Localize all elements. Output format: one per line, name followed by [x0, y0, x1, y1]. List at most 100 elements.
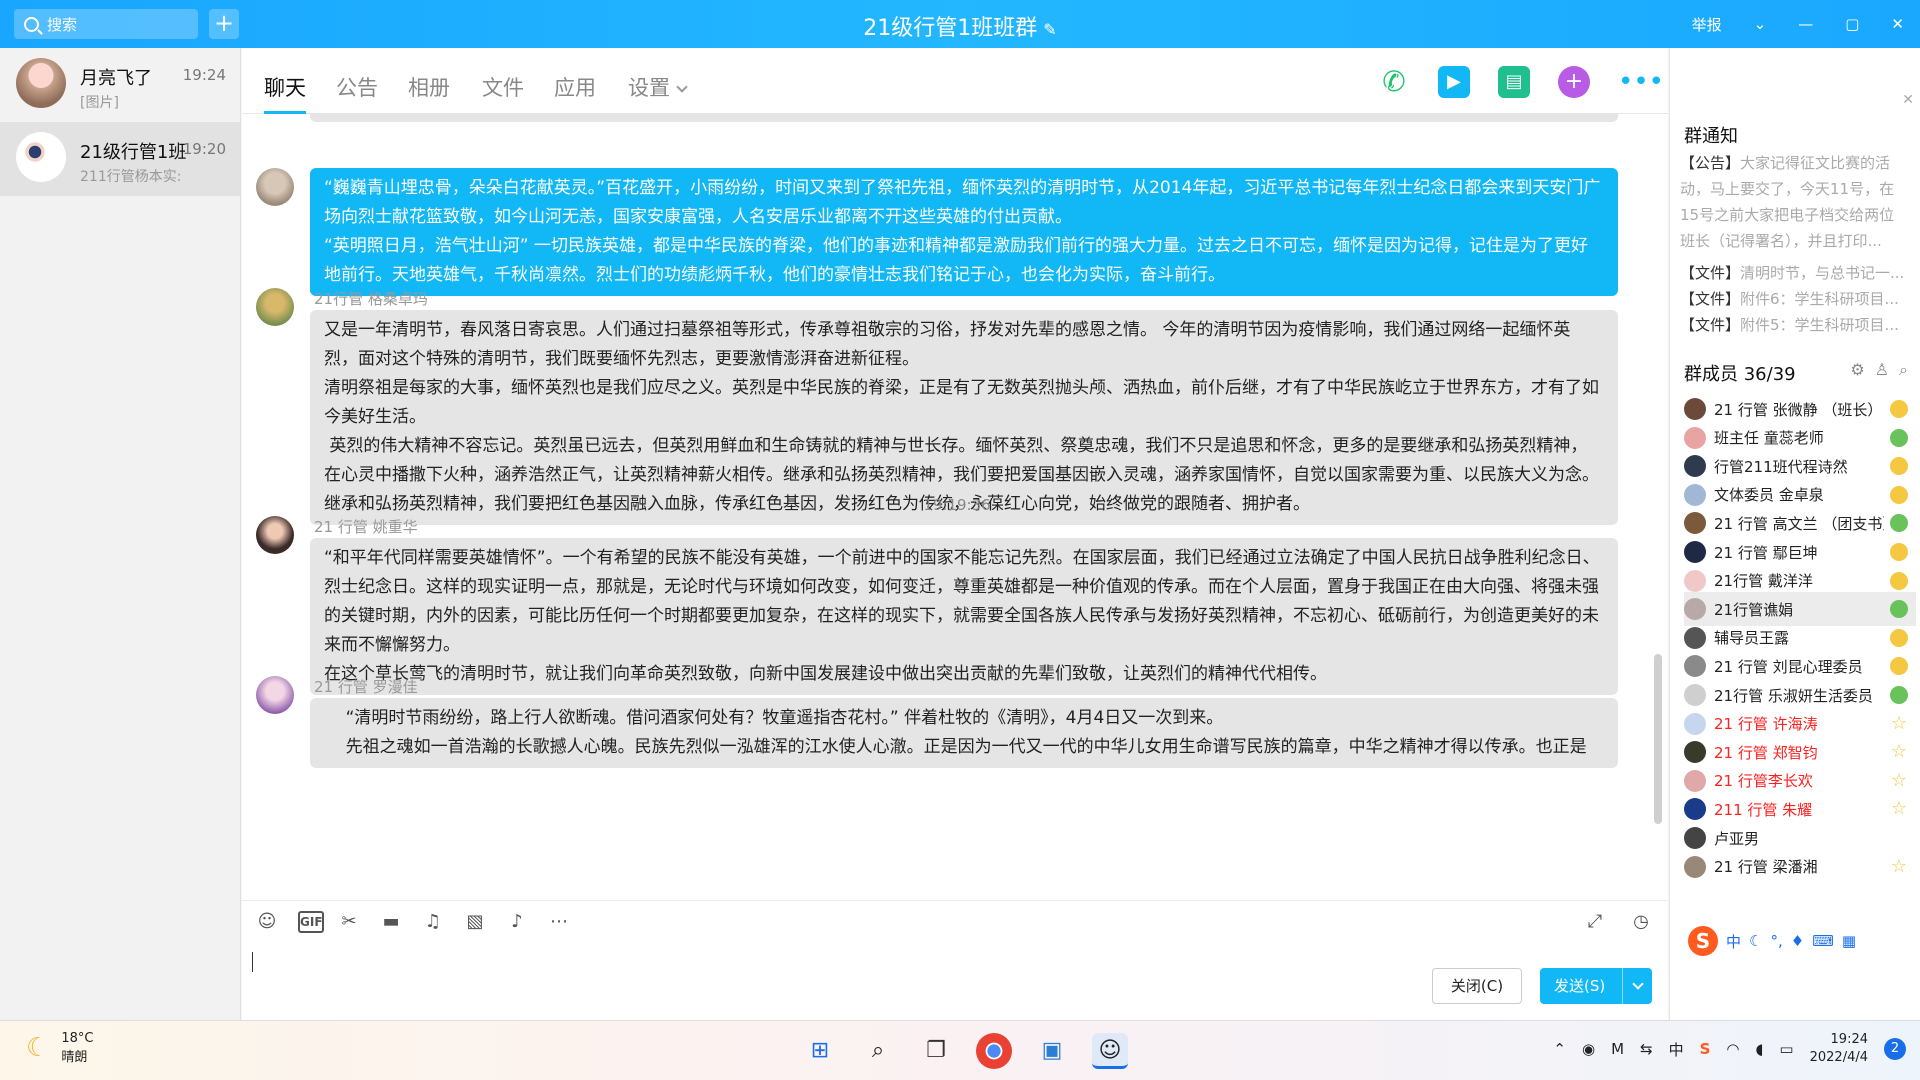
music-icon[interactable]: ♫ — [422, 911, 444, 933]
message-scrollbar[interactable] — [1654, 654, 1662, 824]
add-member-icon[interactable]: ♙ — [1875, 360, 1889, 380]
star-icon: ☆ — [1890, 741, 1908, 763]
avatar[interactable] — [256, 676, 294, 714]
mic-icon[interactable]: ♦ — [1791, 932, 1804, 950]
star-icon: ☆ — [1890, 855, 1908, 877]
conversation-item-active[interactable]: 21级行管1班 211行管杨本实: 19:20 — [0, 122, 240, 196]
file-item[interactable]: 【文件】清明时节，与总书记一... — [1680, 262, 1910, 283]
file-item[interactable]: 【文件】附件5：学生科研项目... — [1680, 314, 1910, 335]
close-icon[interactable]: ✕ — [1875, 15, 1920, 33]
windows-start-icon[interactable]: ⊞ — [802, 1033, 838, 1069]
tab-chat[interactable]: 聊天 — [264, 72, 306, 114]
sogou-tray-icon[interactable]: S — [1700, 1040, 1711, 1058]
file-item[interactable]: 【文件】附件6：学生科研项目... — [1680, 288, 1910, 309]
conversation-time: 19:24 — [182, 66, 226, 84]
composer-toolbar: ☺ GIF ✂ ▬ ♫ ▧ ♪ ⋯ ⤢ ◷ — [242, 900, 1668, 940]
chevron-up-icon[interactable]: ⌃ — [1553, 1040, 1566, 1058]
class-icon[interactable]: ▤ — [1498, 66, 1530, 98]
sender-name: 21行管 格桑卓玛 — [314, 290, 428, 308]
member-actions: ⚙ ♙ ⌕ — [1850, 360, 1908, 380]
avatar[interactable] — [256, 168, 294, 206]
phone-icon[interactable]: ✆ — [1378, 66, 1410, 98]
video-call-icon[interactable]: ▶ — [1438, 66, 1470, 98]
punctuation-icon[interactable]: °, — [1770, 932, 1782, 950]
task-view-icon[interactable]: ❐ — [918, 1033, 954, 1069]
message-text: “清明时节雨纷纷，路上行人欲断魂。借问酒家何处有？牧童遥指杏花村。” 伴着杜牧的… — [324, 708, 1224, 728]
avatar — [1684, 827, 1706, 849]
wifi-icon[interactable]: ◠ — [1726, 1040, 1739, 1058]
member-role-icon — [1890, 428, 1908, 447]
remote-desktop-icon[interactable]: ▣ — [1034, 1033, 1070, 1069]
add-button[interactable]: + — [209, 9, 239, 39]
tab-files[interactable]: 文件 — [482, 72, 524, 102]
app-tray-icon[interactable]: Ⅿ — [1611, 1040, 1624, 1058]
collapse-icon[interactable]: ⌄ — [1738, 15, 1783, 33]
expand-icon[interactable]: ⤢ — [1584, 911, 1606, 933]
message-text: “和平年代同样需要英雄情怀”。一个有希望的民族不能没有英雄，一个前进中的国家不能… — [324, 548, 1600, 655]
member-item[interactable]: 21 行管 梁潘湘 ☆ — [1684, 850, 1916, 884]
chevron-down-icon — [676, 81, 688, 93]
ime-mode[interactable]: 中 — [1726, 931, 1741, 952]
member-name: 21行管谯娟 — [1714, 600, 1794, 619]
scissors-icon[interactable]: ✂ — [338, 911, 360, 933]
message-bubble[interactable]: 又是一年清明节，春风落日寄哀思。人们通过扫墓祭祖等形式，传承尊祖敬宗的习俗，抒发… — [310, 310, 1618, 525]
member-name: 辅导员王露 — [1714, 629, 1790, 648]
system-tray: ⌃ ◉ Ⅿ ⇆ 中 S ◠ ◖ ▭ 19:24 2022/4/4 2 — [1553, 1031, 1906, 1067]
folder-icon[interactable]: ▬ — [380, 911, 402, 933]
send-button[interactable]: 发送(S) — [1540, 968, 1652, 1004]
send-options-icon[interactable] — [1622, 968, 1652, 1004]
maximize-icon[interactable]: ▢ — [1829, 15, 1875, 33]
member-role-icon — [1890, 657, 1908, 676]
report-button[interactable]: 举报 — [1676, 14, 1738, 35]
conversation-time: 19:20 — [182, 140, 226, 158]
collapse-notice-icon[interactable]: ✕ — [1902, 92, 1914, 108]
star-icon: ☆ — [1890, 769, 1908, 791]
weather-temp: 18°C — [61, 1031, 94, 1046]
member-settings-icon[interactable]: ⚙ — [1850, 360, 1864, 380]
minimize-icon[interactable]: — — [1782, 15, 1829, 33]
announcement-preview[interactable]: 【公告】大家记得征文比赛的活动，马上要交了，今天11号，在15号之前大家把电子档… — [1680, 150, 1908, 254]
emoji-icon[interactable]: ☺ — [256, 911, 278, 933]
sogou-ime-icon[interactable]: S — [1688, 926, 1718, 956]
message-bubble[interactable]: “巍巍青山埋忠骨，朵朵白花献英灵。”百花盛开，小雨纷纷，时间又来到了祭祀先祖，缅… — [310, 168, 1618, 296]
gif-icon[interactable]: GIF — [298, 911, 324, 933]
tab-apps[interactable]: 应用 — [554, 72, 596, 102]
keyboard-icon[interactable]: ⌨ — [1812, 932, 1834, 950]
avatar[interactable] — [256, 288, 294, 326]
volume-icon[interactable]: ◖ — [1756, 1040, 1764, 1058]
avatar[interactable] — [256, 516, 294, 554]
clock-icon[interactable]: ◷ — [1630, 911, 1652, 933]
weather-widget[interactable]: ☾ 18°C 晴朗 — [26, 1031, 93, 1065]
conversation-item[interactable]: 月亮飞了 [图片] 19:24 — [0, 48, 240, 122]
ime-indicator[interactable]: 中 — [1669, 1039, 1684, 1060]
bell-icon[interactable]: ♪ — [506, 911, 528, 933]
qq-icon[interactable]: ☺ — [1092, 1033, 1128, 1069]
image-icon[interactable]: ▧ — [464, 911, 486, 933]
settings-tray-icon[interactable]: ⇆ — [1640, 1040, 1653, 1058]
search-icon[interactable]: ⌕ — [860, 1033, 896, 1069]
more-icon[interactable]: ••• — [1618, 66, 1664, 98]
notification-badge[interactable]: 2 — [1884, 1038, 1906, 1060]
moon-icon: ☾ — [26, 1033, 50, 1063]
message-text: 在这个草长莺飞的清明时节，就让我们向革命英烈致敬，向新中国发展建设中做出突出贡献… — [324, 664, 1327, 684]
sender-name: 21 行管 姚重华 — [314, 518, 418, 536]
more-tools-icon[interactable]: ⋯ — [548, 911, 570, 933]
tab-album[interactable]: 相册 — [408, 72, 450, 102]
close-button[interactable]: 关闭(C) — [1432, 968, 1522, 1004]
battery-icon[interactable]: ▭ — [1779, 1040, 1793, 1058]
clock[interactable]: 19:24 2022/4/4 — [1810, 1031, 1868, 1067]
member-name: 21 行管 刘昆心理委员 — [1714, 657, 1863, 676]
chrome-icon[interactable] — [976, 1033, 1012, 1069]
plus-circle-icon[interactable]: + — [1558, 66, 1590, 98]
search-input[interactable]: 搜索 — [14, 9, 198, 39]
grid-icon[interactable]: ▦ — [1842, 932, 1856, 950]
message-bubble[interactable]: “和平年代同样需要英雄情怀”。一个有希望的民族不能没有英雄，一个前进中的国家不能… — [310, 538, 1618, 695]
file-name: 附件5：学生科研项目... — [1740, 316, 1899, 334]
tab-settings[interactable]: 设置 — [628, 72, 688, 102]
member-search-icon[interactable]: ⌕ — [1899, 360, 1908, 380]
tab-announcement[interactable]: 公告 — [336, 72, 378, 102]
qq-tray-icon[interactable]: ◉ — [1582, 1040, 1595, 1058]
message-bubble[interactable]: “清明时节雨纷纷，路上行人欲断魂。借问酒家何处有？牧童遥指杏花村。” 伴着杜牧的… — [310, 698, 1618, 768]
moon-icon[interactable]: ☾ — [1749, 932, 1762, 950]
member-name: 21 行管 张微静 （班长） — [1714, 400, 1883, 419]
